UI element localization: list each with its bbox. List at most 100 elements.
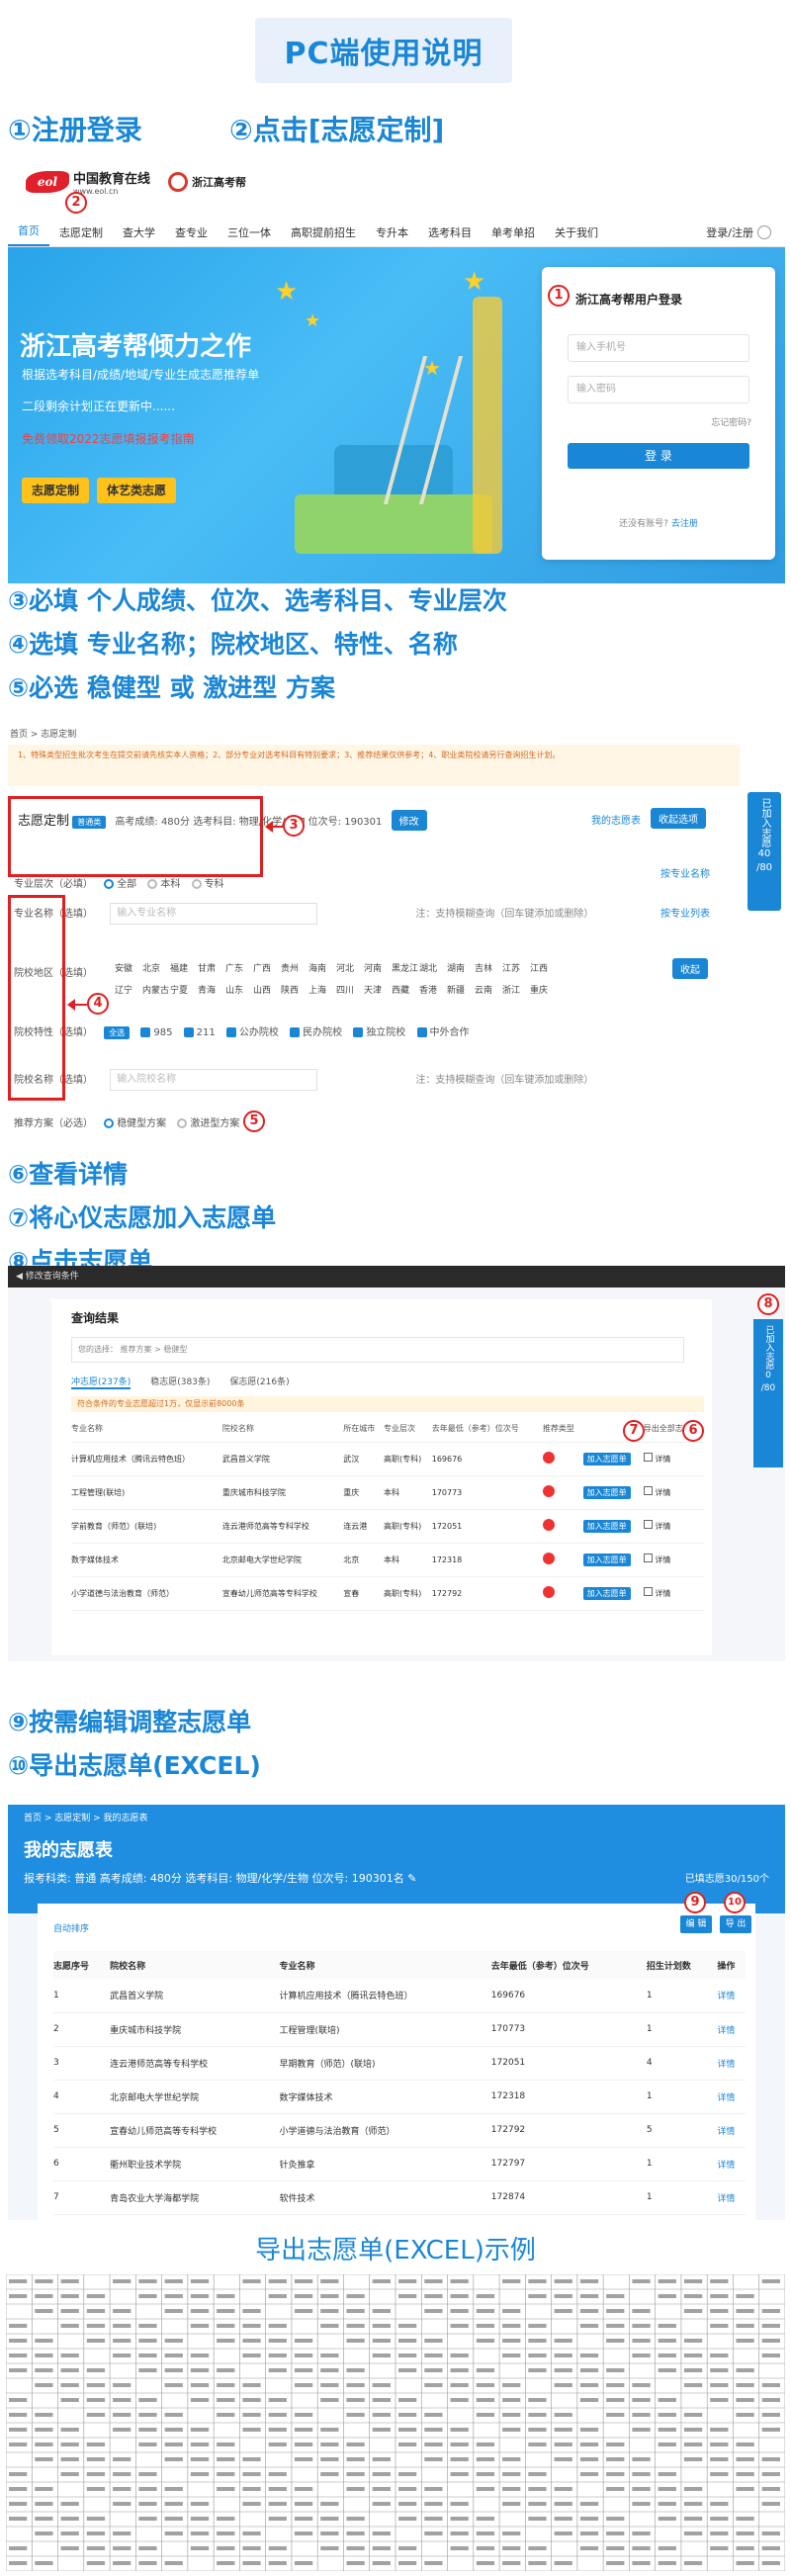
region-item[interactable]: 内蒙古	[142, 980, 170, 1002]
region-item[interactable]: 黑龙江	[392, 958, 419, 980]
radio-stable[interactable]	[104, 1118, 115, 1128]
edit-button[interactable]: 编 辑	[680, 1915, 712, 1933]
detail-link[interactable]: 详情	[655, 1455, 670, 1464]
phone-input[interactable]: 输入手机号	[568, 334, 749, 362]
compare-checkbox[interactable]	[643, 1453, 653, 1462]
region-item[interactable]: 重庆	[530, 980, 558, 1002]
add-to-list-button[interactable]: 加入志愿单	[582, 1586, 631, 1600]
gkb-logo[interactable]: 浙江高考帮	[168, 172, 246, 192]
region-item[interactable]: 江西	[530, 958, 558, 980]
region-item[interactable]: 云南	[475, 980, 502, 1002]
region-item[interactable]: 辽宁	[115, 980, 142, 1002]
region-item[interactable]: 贵州	[281, 958, 308, 980]
custom-button[interactable]: 志愿定制	[22, 478, 90, 503]
modify-condition-bar[interactable]: ◀ 修改查询条件	[8, 1266, 785, 1288]
radio-undergrad[interactable]	[147, 879, 158, 889]
login-register-link[interactable]: 登录/注册	[706, 224, 753, 240]
detail-link[interactable]: 详情	[655, 1589, 670, 1598]
region-item[interactable]: 福建	[170, 958, 198, 980]
add-to-list-button[interactable]: 加入志愿单	[582, 1519, 631, 1533]
add-to-list-button[interactable]: 加入志愿单	[582, 1485, 631, 1499]
major-input[interactable]: 输入专业名称	[110, 903, 318, 925]
forgot-password-link[interactable]: 忘记密码?	[711, 415, 751, 428]
checkbox-icon[interactable]	[353, 1027, 364, 1037]
tab-rush[interactable]: 冲志愿(237条)	[71, 1375, 132, 1389]
region-item[interactable]: 江苏	[502, 958, 530, 980]
checkbox-icon[interactable]	[290, 1027, 301, 1037]
detail-link[interactable]: 详情	[655, 1488, 670, 1497]
by-major-tab[interactable]: 按专业名称	[660, 865, 710, 880]
region-item[interactable]: 香港	[419, 980, 447, 1002]
detail-link[interactable]: 详情	[655, 1555, 670, 1564]
joined-side-button[interactable]: 已加入志愿 40 /80	[747, 792, 781, 911]
region-item[interactable]: 上海	[308, 980, 336, 1002]
region-item[interactable]: 安徽	[115, 958, 142, 980]
edit-pencil-icon[interactable]: ✎	[407, 1872, 416, 1885]
compare-checkbox[interactable]	[643, 1520, 653, 1529]
detail-link[interactable]: 详情	[717, 2046, 746, 2081]
nav-single[interactable]: 单考单招	[482, 224, 545, 240]
region-item[interactable]: 西藏	[392, 980, 419, 1002]
detail-link[interactable]: 详情	[655, 1522, 670, 1531]
by-list-tab[interactable]: 按专业列表	[660, 905, 710, 920]
detail-link[interactable]: 详情	[717, 2180, 746, 2215]
nav-upgrade[interactable]: 专升本	[366, 224, 418, 240]
tab-stable[interactable]: 稳志愿(383条)	[150, 1375, 210, 1389]
compare-checkbox[interactable]	[643, 1486, 653, 1495]
my-list-link[interactable]: 我的志愿表	[591, 812, 641, 827]
region-item[interactable]: 甘肃	[198, 958, 225, 980]
region-item[interactable]: 天津	[364, 980, 392, 1002]
region-fold-button[interactable]: 收起	[672, 958, 708, 979]
detail-link[interactable]: 详情	[717, 2080, 746, 2114]
radio-aggressive[interactable]	[177, 1118, 188, 1128]
region-item[interactable]: 青海	[198, 980, 225, 1002]
nav-subjects[interactable]: 选考科目	[418, 224, 482, 240]
nav-custom[interactable]: 志愿定制	[49, 224, 113, 240]
nav-sanwei[interactable]: 三位一体	[218, 224, 281, 240]
region-item[interactable]: 浙江	[502, 980, 530, 1002]
region-item[interactable]: 吉林	[475, 958, 502, 980]
detail-link[interactable]: 详情	[717, 2012, 746, 2047]
edit-score-button[interactable]: 修改	[391, 810, 427, 831]
nav-home[interactable]: 首页	[8, 219, 49, 246]
nav-university[interactable]: 查大学	[113, 224, 165, 240]
add-to-list-button[interactable]: 加入志愿单	[582, 1553, 631, 1566]
nav-vocational[interactable]: 高职提前招生	[281, 224, 366, 240]
region-item[interactable]: 湖北	[419, 958, 447, 980]
detail-link[interactable]: 详情	[717, 2113, 746, 2148]
region-item[interactable]: 北京	[142, 958, 170, 980]
region-item[interactable]: 河北	[336, 958, 364, 980]
region-item[interactable]: 四川	[336, 980, 364, 1002]
region-item[interactable]: 海南	[308, 958, 336, 980]
feature-all[interactable]: 全选	[104, 1026, 131, 1039]
region-item[interactable]: 湖南	[447, 958, 475, 980]
auto-sort-button[interactable]: 自动排序	[53, 1921, 89, 1934]
tab-safe[interactable]: 保志愿(216条)	[229, 1375, 289, 1389]
radio-all[interactable]	[104, 879, 115, 889]
joined-side-button[interactable]: 已加入志愿 0 /80	[753, 1319, 783, 1467]
password-input[interactable]: 输入密码	[568, 376, 749, 403]
region-item[interactable]: 河南	[364, 958, 392, 980]
art-button[interactable]: 体艺类志愿	[97, 478, 177, 503]
collapse-options-button[interactable]: 收起选项	[651, 808, 706, 829]
radio-college[interactable]	[191, 879, 202, 889]
checkbox-icon[interactable]	[183, 1027, 194, 1037]
checkbox-icon[interactable]	[140, 1027, 151, 1037]
nav-about[interactable]: 关于我们	[545, 224, 608, 240]
compare-checkbox[interactable]	[643, 1554, 653, 1562]
export-button[interactable]: 导 出	[720, 1915, 751, 1933]
region-item[interactable]: 山西	[253, 980, 281, 1002]
checkbox-icon[interactable]	[225, 1027, 236, 1037]
detail-link[interactable]: 详情	[717, 1979, 746, 2013]
eol-logo[interactable]: eol 中国教育在线 www.eol.cn	[26, 168, 150, 196]
checkbox-icon[interactable]	[416, 1027, 427, 1037]
compare-checkbox[interactable]	[643, 1587, 653, 1596]
region-item[interactable]: 陕西	[281, 980, 308, 1002]
region-item[interactable]: 新疆	[447, 980, 475, 1002]
region-item[interactable]: 山东	[225, 980, 253, 1002]
region-item[interactable]: 广西	[253, 958, 281, 980]
register-link[interactable]: 去注册	[671, 519, 698, 529]
region-item[interactable]: 广东	[225, 958, 253, 980]
add-to-list-button[interactable]: 加入志愿单	[582, 1452, 631, 1466]
detail-link[interactable]: 详情	[717, 2147, 746, 2181]
